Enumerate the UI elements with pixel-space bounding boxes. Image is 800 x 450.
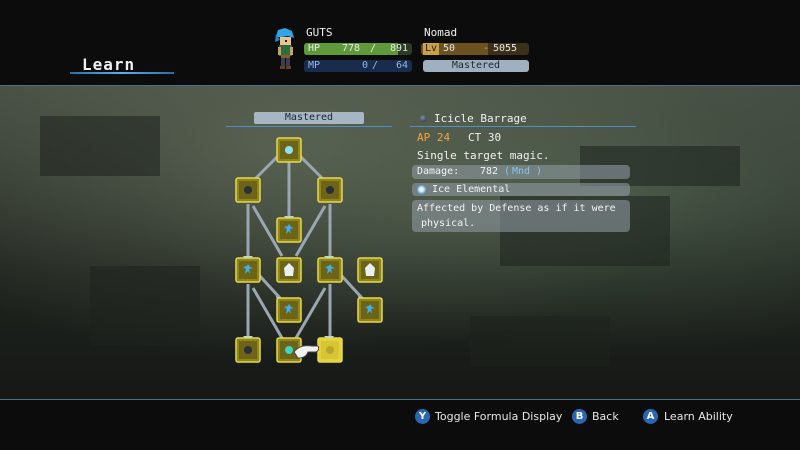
damage-stat: Mnd — [512, 166, 531, 177]
hp-label: HP — [308, 43, 321, 54]
tree-node-right-figure[interactable] — [317, 257, 343, 283]
hp-separator: / — [370, 43, 377, 54]
jp-dash: - — [483, 43, 490, 54]
orb-icon — [326, 346, 334, 354]
mp-current: 0 — [362, 60, 369, 71]
learn-ability-button[interactable]: Learn Ability — [664, 410, 733, 423]
scenery-background — [0, 86, 800, 400]
ability-ap-cost: AP 24 — [417, 131, 451, 144]
orb-icon — [326, 186, 334, 194]
mp-separator: / — [372, 60, 379, 71]
tree-node-bottom-right[interactable] — [317, 337, 343, 363]
b-button-icon[interactable]: B — [572, 409, 587, 424]
ice-element-icon — [417, 185, 426, 194]
level-bar: Lv 50 - 5055 — [421, 43, 529, 55]
mp-label: MP — [308, 60, 321, 71]
tree-connectors — [246, 151, 364, 339]
orb-icon — [244, 346, 252, 354]
damage-value: 782 — [480, 166, 499, 177]
character-name: GUTS — [306, 26, 333, 39]
tree-node-bottom-left[interactable] — [235, 337, 261, 363]
ability-orb-icon — [420, 115, 427, 122]
level-label: Lv — [423, 43, 440, 55]
ability-charge-time: CT 30 — [468, 131, 502, 144]
job-name: Nomad — [424, 26, 458, 39]
back-button[interactable]: Back — [592, 410, 619, 423]
tree-node-right-crystal[interactable] — [357, 257, 383, 283]
ability-panel-underline — [410, 126, 636, 127]
header-divider — [0, 85, 800, 86]
tree-node-top[interactable] — [276, 137, 302, 163]
damage-stat-open: ( — [504, 166, 511, 177]
ability-name: Icicle Barrage — [434, 112, 527, 125]
tree-nodes — [235, 137, 383, 363]
mp-bar: MP 0 / 64 — [304, 60, 412, 72]
damage-row: Damage: 782 ( Mnd ) — [412, 165, 630, 179]
jp-value: 5055 — [493, 43, 518, 54]
hp-current: 778 — [342, 43, 361, 54]
toggle-formula-display-button[interactable]: Toggle Formula Display — [435, 410, 562, 423]
tree-node-center-figure[interactable] — [276, 217, 302, 243]
tree-node-far-figure[interactable] — [357, 297, 383, 323]
hp-bar: HP 778 / 891 — [304, 43, 412, 55]
a-button-icon[interactable]: A — [643, 409, 658, 424]
damage-label: Damage: — [417, 166, 460, 177]
tree-panel-underline — [226, 126, 392, 127]
note-line-1: Affected by Defense as if it were — [417, 203, 616, 214]
tree-mastered-badge: Mastered — [254, 112, 364, 124]
screen-title-underline — [70, 72, 174, 74]
gem-icon — [285, 146, 293, 154]
ability-tree — [235, 137, 383, 363]
note-box: Affected by Defense as if it were physic… — [412, 200, 630, 232]
level-value: 50 — [443, 43, 456, 54]
element-label: Ice Elemental — [432, 184, 511, 195]
y-button-icon[interactable]: Y — [415, 409, 430, 424]
orb-icon — [285, 346, 293, 354]
tree-node-left-figure[interactable] — [235, 257, 261, 283]
footer-band — [0, 400, 800, 450]
damage-stat-close: ) — [536, 166, 543, 177]
mp-max: 64 — [396, 60, 409, 71]
job-mastered-badge: Mastered — [423, 60, 529, 72]
footer-divider — [0, 399, 800, 400]
tree-node-right-orb[interactable] — [317, 177, 343, 203]
tree-node-left-orb[interactable] — [235, 177, 261, 203]
note-line-2: physical. — [421, 218, 476, 229]
character-portrait — [275, 28, 294, 69]
orb-icon — [244, 186, 252, 194]
ability-description: Single target magic. — [417, 149, 550, 162]
tree-node-left-crystal[interactable] — [276, 257, 302, 283]
game-screen: Learn GUTS Nomad HP 778 / 891 Lv 50 - 50… — [0, 0, 800, 450]
hp-max: 891 — [390, 43, 409, 54]
tree-node-mid-figure[interactable] — [276, 297, 302, 323]
element-row: Ice Elemental — [412, 183, 630, 196]
